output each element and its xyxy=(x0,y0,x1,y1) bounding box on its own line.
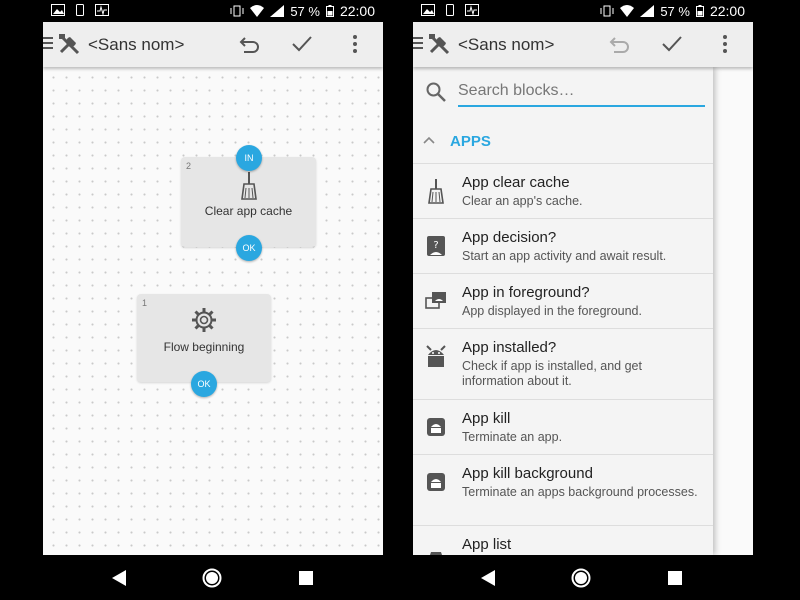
ok-port[interactable]: OK xyxy=(191,371,217,397)
activity-notification-icon xyxy=(465,4,479,16)
item-description: Start an app activity and await result. xyxy=(462,249,667,263)
gear-icon xyxy=(192,308,216,332)
right-screen: 57 % 22:00 <Sans nom> APPS xyxy=(413,0,753,555)
android-kill-icon xyxy=(427,418,445,436)
item-title: App clear cache xyxy=(462,174,570,191)
recents-icon[interactable] xyxy=(664,567,686,589)
item-description: Clear an app's cache. xyxy=(462,194,583,208)
block-label: Flow beginning xyxy=(163,340,245,354)
home-icon[interactable] xyxy=(570,567,592,589)
category-label: APPS xyxy=(450,133,491,150)
clock: 22:00 xyxy=(339,3,375,19)
more-options-icon[interactable] xyxy=(718,33,732,55)
page-title: <Sans nom> xyxy=(88,35,185,54)
phone-notification-icon xyxy=(446,4,454,16)
item-title: App in foreground? xyxy=(462,284,590,301)
broom-icon xyxy=(428,179,444,204)
item-description: App displayed in the foreground. xyxy=(462,304,642,318)
list-item[interactable]: App list xyxy=(413,526,713,555)
list-item[interactable]: App clear cache Clear an app's cache. xyxy=(413,164,713,219)
recents-icon[interactable] xyxy=(295,567,317,589)
item-title: App installed? xyxy=(462,339,557,356)
battery-percent: 57 % xyxy=(290,3,320,19)
block-number: 1 xyxy=(142,298,148,308)
image-notification-icon xyxy=(51,4,65,16)
signal-icon xyxy=(270,5,285,17)
app-list-icon xyxy=(430,552,442,555)
left-screen: 57 % 22:00 <Sans nom> 2 Clear app cache … xyxy=(43,0,383,555)
item-title: App kill background xyxy=(462,465,593,482)
svg-text:?: ? xyxy=(433,240,438,251)
block-label: Clear app cache xyxy=(204,204,293,218)
block-number: 2 xyxy=(186,161,192,171)
image-notification-icon xyxy=(421,4,435,16)
undo-icon[interactable] xyxy=(238,33,262,55)
item-title: App list xyxy=(462,536,512,553)
flow-canvas xyxy=(713,67,753,555)
signal-icon xyxy=(640,5,655,17)
search-input[interactable] xyxy=(458,79,705,107)
block-picker-panel: APPS App clear cache Clear an app's cach… xyxy=(413,67,713,555)
page-title: <Sans nom> xyxy=(458,35,555,54)
tools-icon xyxy=(429,34,450,55)
list-item[interactable]: App in foreground? App displayed in the … xyxy=(413,274,713,329)
wifi-icon xyxy=(250,5,265,17)
flow-block-flow-beginning[interactable]: 1 Flow beginning xyxy=(137,294,271,382)
clock: 22:00 xyxy=(709,3,745,19)
item-description: Terminate an apps background processes. xyxy=(462,485,698,499)
android-kill-icon xyxy=(427,473,445,491)
list-item[interactable]: App kill background Terminate an apps ba… xyxy=(413,455,713,526)
app-bar: <Sans nom> xyxy=(413,22,753,67)
screenshot-stage: 57 % 22:00 <Sans nom> 2 Clear app cache … xyxy=(0,0,800,600)
menu-icon[interactable] xyxy=(43,36,53,50)
search-icon xyxy=(426,82,446,102)
ok-port[interactable]: OK xyxy=(236,235,262,261)
window-stack-icon xyxy=(425,292,446,309)
check-icon[interactable] xyxy=(660,33,684,55)
list-item[interactable]: ? App decision? Start an app activity an… xyxy=(413,219,713,274)
menu-icon[interactable] xyxy=(413,36,423,50)
app-bar: <Sans nom> xyxy=(43,22,383,67)
android-head-icon xyxy=(426,345,446,367)
in-port[interactable]: IN xyxy=(236,145,262,171)
category-header-apps[interactable]: APPS xyxy=(413,119,713,164)
wifi-icon xyxy=(620,5,635,17)
battery-icon xyxy=(695,5,704,17)
phone-notification-icon xyxy=(76,4,84,16)
tools-icon xyxy=(59,34,80,55)
list-item[interactable]: App installed? Check if app is installed… xyxy=(413,329,713,400)
back-icon[interactable] xyxy=(477,567,499,589)
vibrate-icon xyxy=(600,5,614,17)
back-icon[interactable] xyxy=(108,567,130,589)
block-list: App clear cache Clear an app's cache. ? … xyxy=(413,164,713,555)
broom-icon xyxy=(240,172,257,200)
android-question-icon: ? xyxy=(427,236,445,256)
navigation-bar xyxy=(0,555,800,600)
item-title: App decision? xyxy=(462,229,557,246)
item-description: Terminate an app. xyxy=(462,430,563,444)
status-bar: 57 % 22:00 xyxy=(43,0,383,22)
list-item[interactable]: App kill Terminate an app. xyxy=(413,400,713,455)
battery-percent: 57 % xyxy=(660,3,690,19)
more-options-icon[interactable] xyxy=(348,33,362,55)
item-description: Check if app is installed, and get infor… xyxy=(462,359,642,388)
home-icon[interactable] xyxy=(201,567,223,589)
check-icon[interactable] xyxy=(290,33,314,55)
status-bar: 57 % 22:00 xyxy=(413,0,753,22)
vibrate-icon xyxy=(230,5,244,17)
undo-icon[interactable] xyxy=(608,33,632,55)
flow-canvas[interactable]: 2 Clear app cache IN OK 1 Flow beginning… xyxy=(43,67,383,555)
activity-notification-icon xyxy=(95,4,109,16)
battery-icon xyxy=(325,5,334,17)
item-title: App kill xyxy=(462,410,511,427)
chevron-up-icon xyxy=(423,136,435,144)
